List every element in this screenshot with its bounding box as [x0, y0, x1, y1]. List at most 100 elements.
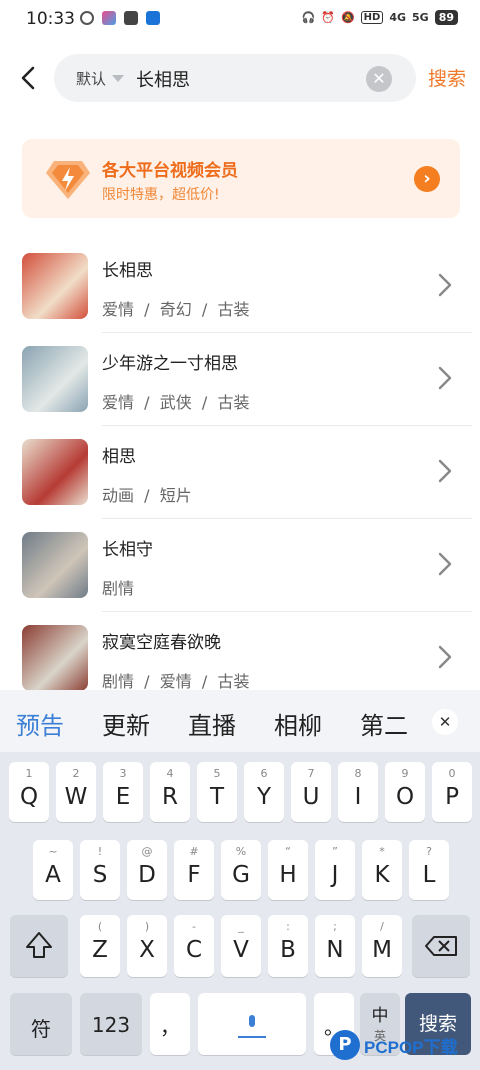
backspace-icon [425, 936, 457, 956]
key-primary-label: D [138, 862, 156, 888]
symbols-key[interactable]: 符 [10, 993, 72, 1055]
key-secondary-label: 8 [354, 767, 362, 780]
key-secondary-label: 5 [213, 767, 221, 780]
chevron-right-icon[interactable] [437, 551, 453, 577]
key-w[interactable]: 2W [56, 762, 96, 822]
key-secondary-label: 6 [260, 767, 268, 780]
chevron-right-icon[interactable] [437, 458, 453, 484]
result-item[interactable]: 长相守 剧情 [0, 519, 480, 612]
key-secondary-label: ) [144, 920, 150, 933]
key-n[interactable]: ; N [315, 915, 355, 977]
key-secondary-label: * [379, 845, 385, 858]
search-scope-dropdown[interactable]: 默认 [76, 68, 106, 89]
suggestion-item[interactable]: 预告 [16, 706, 64, 741]
comma-key-label: ， [160, 1015, 180, 1039]
key-primary-label: R [162, 784, 178, 810]
suggestion-item[interactable]: 第二 [360, 706, 416, 741]
chevron-right-icon[interactable] [437, 644, 453, 670]
key-primary-label: M [372, 937, 392, 963]
key-b[interactable]: :B [268, 915, 308, 977]
headphone-icon: 🎧 [301, 11, 316, 24]
search-button[interactable]: 搜索 [428, 64, 466, 91]
key-l[interactable]: ? L [409, 840, 449, 900]
keyboard: 预告 更新 直播 相柳 第二 ✕ 1 Q 2 W 3 E 4 R 5 T 6 Y 7 U 8 I 9 O 0 P ~ A!… [0, 690, 480, 1070]
key-t[interactable]: 5T [197, 762, 237, 822]
search-box[interactable]: 默认 长相思 ✕ [54, 54, 416, 102]
status-time: 10:33 [26, 9, 75, 29]
close-suggestions-icon[interactable]: ✕ [432, 709, 458, 735]
key-secondary-label: ” [332, 845, 338, 858]
comma-key[interactable]: ， [150, 993, 190, 1055]
key-s[interactable]: ! S [80, 840, 120, 900]
poster-thumbnail[interactable] [22, 253, 88, 319]
result-tags: 剧情 [102, 579, 135, 598]
key-secondary-label: / [380, 920, 384, 933]
poster-thumbnail[interactable] [22, 346, 88, 412]
key-g[interactable]: % G [221, 840, 261, 900]
vip-promo-banner[interactable]: 各大平台视频会员 限时特惠，超低价! › [22, 139, 460, 218]
key-primary-label: U [302, 784, 320, 810]
backspace-key[interactable] [412, 915, 470, 977]
key-i[interactable]: 8I [338, 762, 378, 822]
key-primary-label: L [422, 862, 436, 888]
key-primary-label: Y [256, 784, 272, 810]
key-d[interactable]: @ D [127, 840, 167, 900]
key-primary-label: G [232, 862, 250, 888]
key-z[interactable]: (Z [80, 915, 120, 977]
key-x[interactable]: ) X [127, 915, 167, 977]
key-u[interactable]: 7U [291, 762, 331, 822]
status-bar: 10:33 🎧 ⏰ 🔕 HD 4G 5G 89 [0, 0, 480, 36]
key-secondary-label: : [286, 920, 290, 933]
key-secondary-label: % [235, 845, 247, 858]
key-h[interactable]: “H [268, 840, 308, 900]
search-input[interactable]: 长相思 [136, 66, 190, 92]
poster-thumbnail[interactable] [22, 439, 88, 505]
notification-icons [80, 11, 160, 25]
key-primary-label: T [209, 784, 225, 810]
key-f[interactable]: # F [174, 840, 214, 900]
poster-thumbnail[interactable] [22, 532, 88, 598]
chevron-right-icon[interactable]: › [414, 166, 440, 192]
shift-key[interactable] [10, 915, 68, 977]
lightning-gem-icon [46, 161, 90, 199]
key-primary-label: B [280, 937, 296, 963]
key-a[interactable]: ~ A [33, 840, 73, 900]
chevron-right-icon[interactable] [437, 365, 453, 391]
key-e[interactable]: 3E [103, 762, 143, 822]
key-q[interactable]: 1Q [9, 762, 49, 822]
key-o[interactable]: 9O [385, 762, 425, 822]
caret-down-icon[interactable] [112, 75, 124, 82]
result-tags: 爱情 / 奇幻 / 古装 [102, 300, 250, 319]
result-item[interactable]: 少年游之一寸相思 爱情 / 武侠 / 古装 [0, 333, 480, 426]
key-y[interactable]: 6Y [244, 762, 284, 822]
key-secondary-label: ; [333, 920, 337, 933]
suggestion-item[interactable]: 直播 [188, 706, 236, 741]
back-arrow-icon[interactable] [16, 62, 40, 94]
key-c[interactable]: -C [174, 915, 214, 977]
key-r[interactable]: 4R [150, 762, 190, 822]
result-item[interactable]: 相思 动画 / 短片 [0, 426, 480, 519]
key-m[interactable]: / M [362, 915, 402, 977]
key-primary-label: J [331, 862, 339, 888]
poster-thumbnail[interactable] [22, 625, 88, 691]
space-key[interactable] [198, 993, 306, 1055]
suggestion-item[interactable]: 相柳 [274, 706, 322, 741]
clear-search-button[interactable]: ✕ [366, 66, 392, 92]
suggestion-item[interactable]: 更新 [102, 706, 150, 741]
key-secondary-label: ~ [48, 845, 58, 858]
k-app-icon [80, 11, 94, 25]
key-p[interactable]: 0P [432, 762, 472, 822]
microphone-icon [238, 1015, 266, 1038]
key-secondary-label: 9 [401, 767, 409, 780]
result-item[interactable]: 长相思 爱情 / 奇幻 / 古装 [0, 240, 480, 333]
key-j[interactable]: ” J [315, 840, 355, 900]
chevron-right-icon[interactable] [437, 272, 453, 298]
key-secondary-label: 1 [25, 767, 33, 780]
result-tags: 爱情 / 武侠 / 古装 [102, 393, 250, 412]
numbers-key[interactable]: 123 [80, 993, 142, 1055]
key-secondary-label: ? [426, 845, 432, 858]
key-v[interactable]: _ V [221, 915, 261, 977]
key-k[interactable]: * K [362, 840, 402, 900]
key-secondary-label: @ [141, 845, 153, 858]
key-secondary-label: ( [97, 920, 103, 933]
